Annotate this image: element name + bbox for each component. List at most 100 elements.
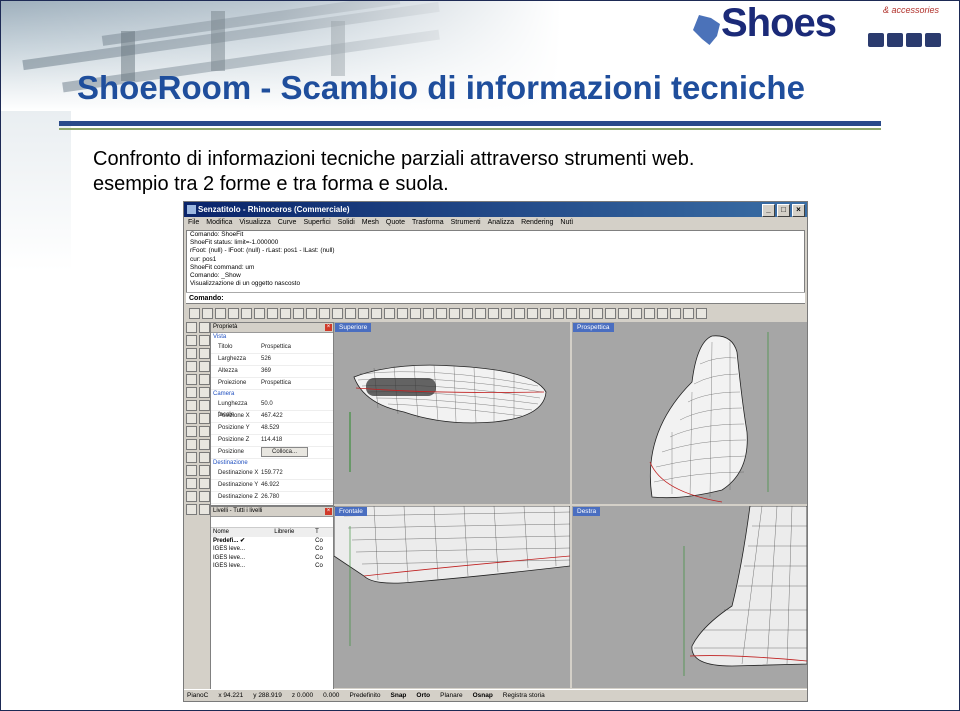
toolbar-tool-icon[interactable] bbox=[475, 307, 486, 319]
toolbar-tool-icon[interactable] bbox=[644, 307, 655, 319]
left-tool-icon[interactable] bbox=[186, 387, 197, 398]
prop-value[interactable]: 467.422 bbox=[261, 411, 333, 422]
left-tool-icon[interactable] bbox=[186, 348, 197, 359]
toolbar-tool-icon[interactable] bbox=[345, 307, 356, 319]
menu-solids[interactable]: Solidi bbox=[338, 217, 355, 229]
toolbar-tool-icon[interactable] bbox=[631, 307, 642, 319]
prop-value[interactable]: 369 bbox=[261, 366, 333, 377]
viewport-perspective-label[interactable]: Prospettica bbox=[573, 323, 614, 332]
toolbar-tool-icon[interactable] bbox=[241, 307, 252, 319]
planar-toggle[interactable]: Planare bbox=[440, 690, 462, 701]
left-tool-icon[interactable] bbox=[199, 465, 210, 476]
left-tool-icon[interactable] bbox=[199, 348, 210, 359]
toolbar-tool-icon[interactable] bbox=[189, 307, 200, 319]
left-tool-icon[interactable] bbox=[186, 504, 197, 515]
projection-select[interactable]: Prospettica bbox=[261, 378, 333, 389]
toolbar-tool-icon[interactable] bbox=[670, 307, 681, 319]
toolbar-tool-icon[interactable] bbox=[358, 307, 369, 319]
toolbar-tool-icon[interactable] bbox=[657, 307, 668, 319]
toolbar-tool-icon[interactable] bbox=[267, 307, 278, 319]
left-tool-icon[interactable] bbox=[199, 452, 210, 463]
toolbar-tool-icon[interactable] bbox=[254, 307, 265, 319]
left-tool-icon[interactable] bbox=[186, 478, 197, 489]
toolbar-tool-icon[interactable] bbox=[553, 307, 564, 319]
viewport-right-label[interactable]: Destra bbox=[573, 507, 601, 516]
left-tool-icon[interactable] bbox=[199, 413, 210, 424]
close-panel-icon[interactable]: × bbox=[325, 508, 332, 515]
left-tool-icon[interactable] bbox=[186, 413, 197, 424]
toolbar-tool-icon[interactable] bbox=[397, 307, 408, 319]
left-tool-icon[interactable] bbox=[186, 452, 197, 463]
col-libraries[interactable]: Librerie bbox=[272, 528, 313, 537]
menu-render[interactable]: Rendering bbox=[521, 217, 553, 229]
left-tool-icon[interactable] bbox=[186, 322, 197, 333]
toolbar-tool-icon[interactable] bbox=[228, 307, 239, 319]
prop-value[interactable]: Prospettica bbox=[261, 342, 333, 353]
prop-value[interactable]: 526 bbox=[261, 354, 333, 365]
left-tool-icon[interactable] bbox=[186, 439, 197, 450]
menu-mesh[interactable]: Mesh bbox=[362, 217, 379, 229]
toolbar-tool-icon[interactable] bbox=[384, 307, 395, 319]
toolbar-tool-icon[interactable] bbox=[202, 307, 213, 319]
toolbar-tool-icon[interactable] bbox=[215, 307, 226, 319]
left-tool-icon[interactable] bbox=[186, 374, 197, 385]
left-tool-icon[interactable] bbox=[186, 465, 197, 476]
toolbar-tool-icon[interactable] bbox=[527, 307, 538, 319]
prop-value[interactable]: 48.529 bbox=[261, 423, 333, 434]
toolbar-tool-icon[interactable] bbox=[462, 307, 473, 319]
menu-analyze[interactable]: Analizza bbox=[488, 217, 514, 229]
left-tool-icon[interactable] bbox=[199, 478, 210, 489]
toolbar-tool-icon[interactable] bbox=[488, 307, 499, 319]
orto-toggle[interactable]: Orto bbox=[416, 690, 430, 701]
toolbar-tool-icon[interactable] bbox=[683, 307, 694, 319]
left-tool-icon[interactable] bbox=[186, 491, 197, 502]
toolbar-tool-icon[interactable] bbox=[423, 307, 434, 319]
toolbar-tool-icon[interactable] bbox=[579, 307, 590, 319]
left-tool-icon[interactable] bbox=[199, 361, 210, 372]
layer-row[interactable]: Predefi... ✔ Co bbox=[211, 537, 333, 546]
left-tool-icon[interactable] bbox=[199, 374, 210, 385]
place-button[interactable]: Colloca... bbox=[261, 447, 309, 457]
col-t[interactable]: T bbox=[313, 528, 333, 537]
menu-transform[interactable]: Trasforma bbox=[412, 217, 444, 229]
toolbar-tool-icon[interactable] bbox=[618, 307, 629, 319]
maximize-button[interactable]: □ bbox=[777, 204, 790, 217]
menu-tools[interactable]: Strumenti bbox=[451, 217, 481, 229]
layer-row[interactable]: IGES leve... Co bbox=[211, 545, 333, 554]
viewport-right[interactable]: Destra bbox=[572, 506, 807, 688]
prop-value[interactable]: 26.780 bbox=[261, 492, 333, 503]
toolbar-tool-icon[interactable] bbox=[605, 307, 616, 319]
toolbar-tool-icon[interactable] bbox=[319, 307, 330, 319]
history-toggle[interactable]: Registra storia bbox=[503, 690, 545, 701]
left-tool-icon[interactable] bbox=[186, 400, 197, 411]
col-name[interactable]: Nome bbox=[211, 528, 272, 537]
menu-file[interactable]: File bbox=[188, 217, 199, 229]
command-input[interactable]: Comando: bbox=[186, 292, 805, 303]
left-tool-icon[interactable] bbox=[199, 400, 210, 411]
toolbar-tool-icon[interactable] bbox=[696, 307, 707, 319]
snap-toggle[interactable]: Snap bbox=[391, 690, 407, 701]
menu-nuti[interactable]: Nutì bbox=[560, 217, 573, 229]
left-tool-icon[interactable] bbox=[186, 335, 197, 346]
left-tool-icon[interactable] bbox=[199, 491, 210, 502]
toolbar-tool-icon[interactable] bbox=[410, 307, 421, 319]
close-button[interactable]: × bbox=[792, 204, 805, 217]
toolbar-tool-icon[interactable] bbox=[514, 307, 525, 319]
left-tool-icon[interactable] bbox=[186, 426, 197, 437]
toolbar-tool-icon[interactable] bbox=[306, 307, 317, 319]
toolbar-tool-icon[interactable] bbox=[332, 307, 343, 319]
menu-surfaces[interactable]: Superfici bbox=[303, 217, 330, 229]
close-panel-icon[interactable]: × bbox=[325, 324, 332, 331]
viewport-front-label[interactable]: Frontale bbox=[335, 507, 367, 516]
osnap-toggle[interactable]: Osnap bbox=[473, 690, 493, 701]
prop-value[interactable]: 46.922 bbox=[261, 480, 333, 491]
toolbar-tool-icon[interactable] bbox=[293, 307, 304, 319]
left-tool-icon[interactable] bbox=[186, 361, 197, 372]
left-tool-icon[interactable] bbox=[199, 387, 210, 398]
toolbar-tool-icon[interactable] bbox=[371, 307, 382, 319]
toolbar-tool-icon[interactable] bbox=[280, 307, 291, 319]
left-tool-icon[interactable] bbox=[199, 335, 210, 346]
left-tool-icon[interactable] bbox=[199, 439, 210, 450]
menu-dimensions[interactable]: Quote bbox=[386, 217, 405, 229]
prop-value[interactable]: 114.418 bbox=[261, 435, 333, 446]
